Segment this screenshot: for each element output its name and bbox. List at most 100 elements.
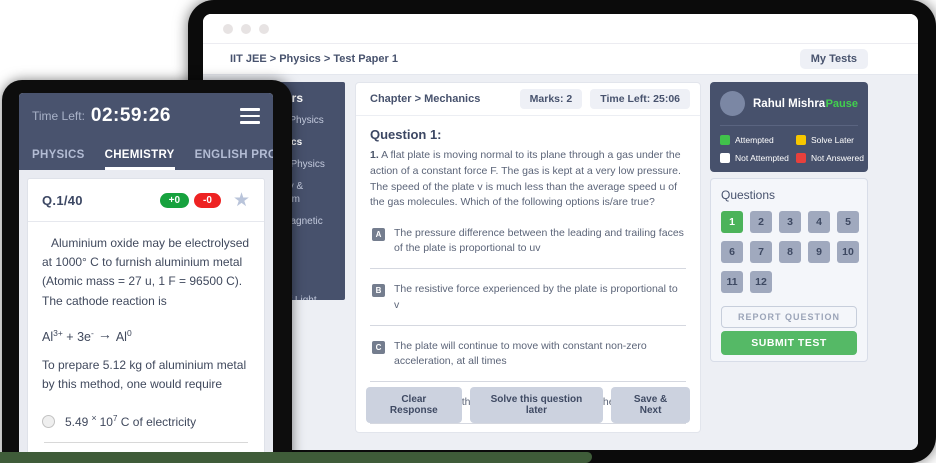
base-ten: 10 bbox=[100, 415, 113, 429]
option-c[interactable]: C The plate will continue to move with c… bbox=[370, 337, 686, 382]
legend-solve-later: Solve Later bbox=[796, 135, 864, 145]
window-dot-icon bbox=[259, 24, 269, 34]
option-a-text: The pressure difference between the lead… bbox=[394, 226, 684, 256]
pause-button[interactable]: Pause bbox=[826, 98, 858, 110]
solve-later-color-swatch bbox=[796, 135, 806, 145]
tab-physics[interactable]: PHYSICS bbox=[32, 149, 85, 170]
avatar bbox=[720, 91, 745, 116]
question-body: Question 1: 1. A flat plate is moving no… bbox=[356, 116, 700, 424]
my-tests-button[interactable]: My Tests bbox=[800, 49, 868, 69]
question-number-grid: 1 2 3 4 5 6 7 8 9 10 11 12 bbox=[721, 211, 857, 293]
reaction-sup1: 3+ bbox=[53, 328, 63, 338]
questions-navigator: Questions 1 2 3 4 5 6 7 8 9 10 11 12 REP… bbox=[710, 178, 868, 362]
arrow-icon: → bbox=[94, 326, 116, 342]
mobile-option-1[interactable]: 5.49×107 C of electricity bbox=[42, 413, 250, 429]
question-cell-6[interactable]: 6 bbox=[721, 241, 743, 263]
reaction-base2: Al bbox=[116, 330, 127, 344]
submit-test-button[interactable]: SUBMIT TEST bbox=[721, 331, 857, 355]
mobile-question-card: Q.1/40 +0 -0 ★ Aluminium oxide may be el… bbox=[27, 178, 265, 463]
user-name: Rahul Mishra bbox=[753, 98, 825, 110]
window-titlebar bbox=[203, 14, 918, 44]
radio-icon[interactable] bbox=[42, 415, 55, 428]
question-footer: Clear Response Solve this question later… bbox=[366, 387, 690, 423]
subject-tabs: PHYSICS CHEMISTRY ENGLISH PROFICIENCY bbox=[19, 139, 273, 170]
question-cell-3[interactable]: 3 bbox=[779, 211, 801, 233]
question-cell-11[interactable]: 11 bbox=[721, 271, 743, 293]
legend-not-attempted: Not Attempted bbox=[720, 153, 792, 163]
chapter-breadcrumb: Chapter > Mechanics bbox=[366, 93, 480, 105]
question-cell-8[interactable]: 8 bbox=[779, 241, 801, 263]
breadcrumb[interactable]: IIT JEE > Physics > Test Paper 1 bbox=[230, 53, 398, 65]
question-counter: Q.1/40 bbox=[42, 193, 83, 208]
window-dot-icon bbox=[241, 24, 251, 34]
attempted-color-swatch bbox=[720, 135, 730, 145]
user-panel: Rahul Mishra Pause Attempted Solve Later… bbox=[710, 82, 868, 172]
save-next-button[interactable]: Save & Next bbox=[611, 387, 690, 423]
time-left-chip: Time Left: 25:06 bbox=[590, 89, 690, 109]
question-number: 1. bbox=[370, 149, 379, 161]
question-cell-1[interactable]: 1 bbox=[721, 211, 743, 233]
mobile-timer: 02:59:26 bbox=[91, 105, 171, 127]
solve-later-button[interactable]: Solve this question later bbox=[470, 387, 604, 423]
legend-label: Attempted bbox=[735, 135, 774, 145]
question-panel: Chapter > Mechanics Marks: 2 Time Left: … bbox=[355, 82, 701, 433]
user-row: Rahul Mishra Pause bbox=[720, 91, 858, 126]
reaction-base1: Al bbox=[42, 330, 53, 344]
legend-not-answered: Not Answered bbox=[796, 153, 864, 163]
not-attempted-color-swatch bbox=[720, 153, 730, 163]
question-cell-2[interactable]: 2 bbox=[750, 211, 772, 233]
not-answered-color-swatch bbox=[796, 153, 806, 163]
question-title: Question 1: bbox=[370, 127, 686, 142]
desktop-content: Chapters General Physics Mechanics Therm… bbox=[203, 75, 918, 450]
option-b[interactable]: B The resistive force experienced by the… bbox=[370, 280, 686, 325]
clear-response-button[interactable]: Clear Response bbox=[366, 387, 462, 423]
question-cell-4[interactable]: 4 bbox=[808, 211, 830, 233]
question-cell-7[interactable]: 7 bbox=[750, 241, 772, 263]
question-text: 1. A flat plate is moving normal to its … bbox=[370, 148, 688, 211]
legend-attempted: Attempted bbox=[720, 135, 792, 145]
questions-title: Questions bbox=[721, 188, 857, 202]
exponent: 7 bbox=[113, 414, 117, 423]
mobile-question-text-2: To prepare 5.12 kg of aluminium metal by… bbox=[42, 356, 250, 394]
legend-label: Not Attempted bbox=[735, 153, 789, 163]
coefficient: 5.49 bbox=[65, 415, 88, 429]
mobile-app-screen: Time Left: 02:59:26 PHYSICS CHEMISTRY EN… bbox=[19, 93, 273, 463]
option-c-badge: C bbox=[372, 341, 385, 354]
mobile-time-left-label: Time Left: bbox=[32, 109, 85, 123]
question-panel-header: Chapter > Mechanics Marks: 2 Time Left: … bbox=[356, 83, 700, 116]
question-cell-5[interactable]: 5 bbox=[837, 211, 859, 233]
decorative-green-band bbox=[0, 452, 592, 463]
tab-chemistry[interactable]: CHEMISTRY bbox=[105, 149, 175, 170]
legend-label: Not Answered bbox=[811, 153, 864, 163]
option-a[interactable]: A The pressure difference between the le… bbox=[370, 224, 686, 269]
question-text-body: A flat plate is moving normal to its pla… bbox=[370, 149, 681, 208]
tab-english-proficiency[interactable]: ENGLISH PROFICIENCY bbox=[195, 149, 273, 170]
mobile-body: Q.1/40 +0 -0 ★ Aluminium oxide may be el… bbox=[19, 170, 273, 463]
window-dot-icon bbox=[223, 24, 233, 34]
times-sign: × bbox=[88, 413, 99, 423]
positive-marks-badge: +0 bbox=[160, 193, 189, 208]
top-navbar: IIT JEE > Physics > Test Paper 1 My Test… bbox=[203, 44, 918, 75]
marks-chip: Marks: 2 bbox=[520, 89, 583, 109]
negative-marks-badge: -0 bbox=[194, 193, 221, 208]
hamburger-menu-icon[interactable] bbox=[240, 108, 260, 124]
mobile-question-meta-row: Q.1/40 +0 -0 ★ bbox=[42, 191, 250, 210]
unit-text: C of electricity bbox=[121, 415, 196, 429]
option-a-badge: A bbox=[372, 228, 385, 241]
divider bbox=[28, 221, 264, 222]
mobile-header: Time Left: 02:59:26 bbox=[19, 93, 273, 139]
reaction-sup3: 0 bbox=[127, 328, 132, 338]
divider bbox=[44, 442, 248, 443]
mobile-question-text-1: Aluminium oxide may be electrolysed at 1… bbox=[42, 234, 250, 311]
question-cell-9[interactable]: 9 bbox=[808, 241, 830, 263]
question-cell-12[interactable]: 12 bbox=[750, 271, 772, 293]
status-legend: Attempted Solve Later Not Attempted Not … bbox=[720, 135, 858, 163]
legend-label: Solve Later bbox=[811, 135, 854, 145]
page: IIT JEE > Physics > Test Paper 1 My Test… bbox=[0, 0, 936, 463]
option-b-badge: B bbox=[372, 284, 385, 297]
report-question-button[interactable]: REPORT QUESTION bbox=[721, 306, 857, 328]
reaction-mid: + 3e bbox=[63, 330, 91, 344]
question-cell-10[interactable]: 10 bbox=[837, 241, 859, 263]
mobile-option-1-text: 5.49×107 C of electricity bbox=[65, 413, 196, 429]
bookmark-star-icon[interactable]: ★ bbox=[233, 191, 250, 210]
